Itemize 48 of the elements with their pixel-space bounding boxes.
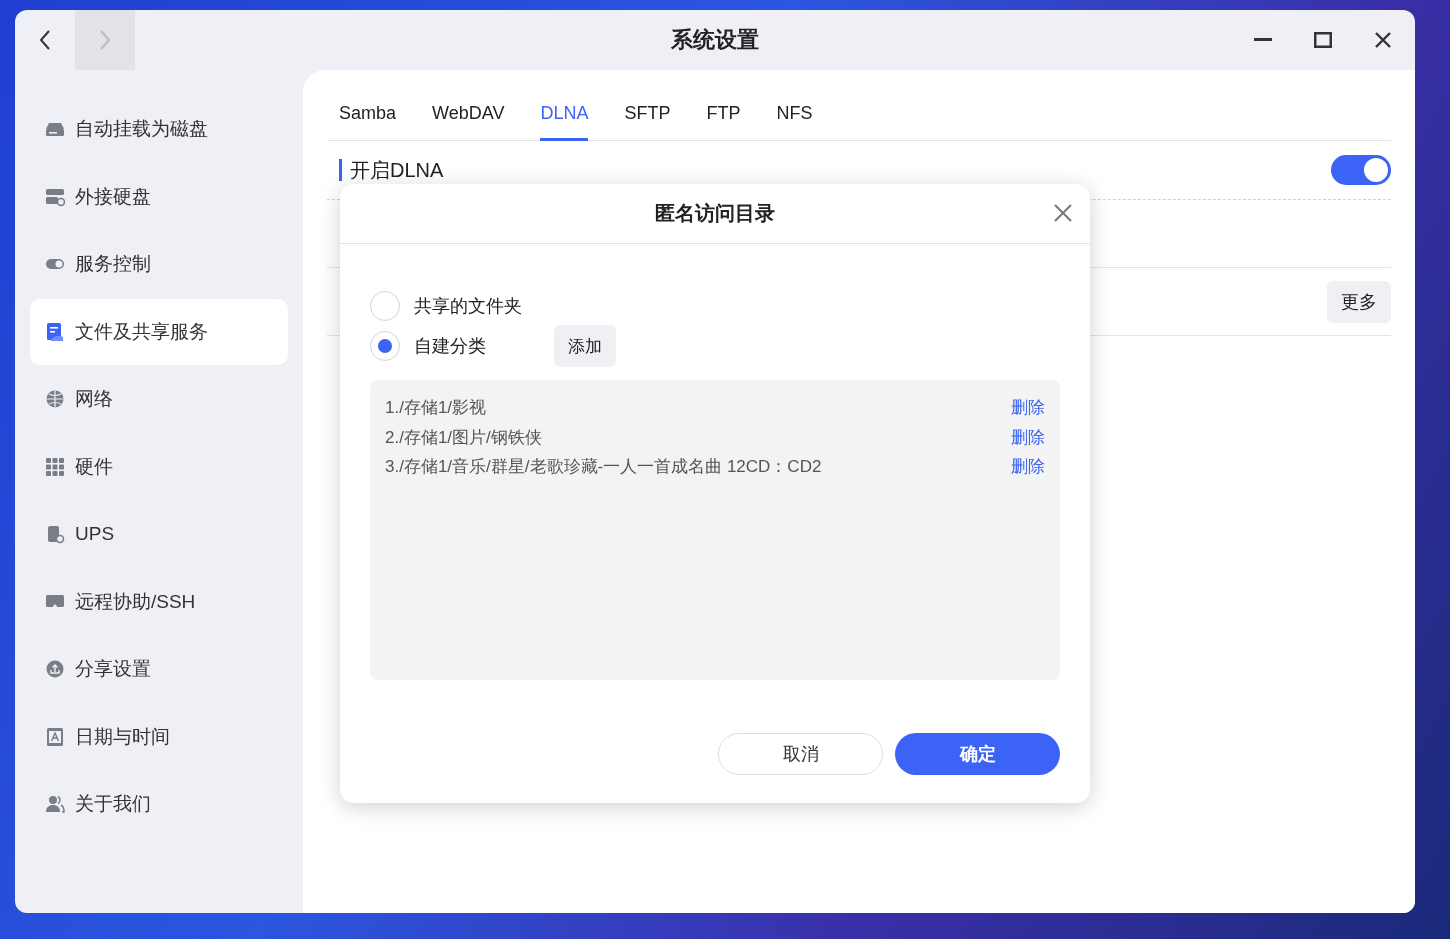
delete-link[interactable]: 删除 (1011, 455, 1045, 479)
delete-link[interactable]: 删除 (1011, 396, 1045, 420)
radio-button[interactable] (370, 291, 400, 321)
toggle-switch[interactable] (1331, 155, 1391, 185)
sidebar-item[interactable]: 外接硬盘 (30, 163, 288, 230)
tab[interactable]: SFTP (624, 103, 671, 141)
close-button[interactable] (1052, 202, 1074, 224)
add-button[interactable]: 添加 (554, 325, 616, 367)
close-icon (1374, 31, 1392, 49)
upload-icon (45, 659, 65, 679)
delete-link[interactable]: 删除 (1011, 425, 1045, 449)
document-icon (45, 321, 65, 342)
window-title: 系统设置 (671, 27, 759, 52)
option-label: 共享的文件夹 (414, 295, 522, 318)
grid-icon (45, 456, 65, 477)
sidebar-item[interactable]: UPS (30, 501, 288, 567)
maximize-icon (1314, 32, 1332, 48)
tab[interactable]: DLNA (540, 103, 589, 141)
directory-path: 3./存储1/音乐/群星/老歌珍藏-一人一首成名曲 12CD：CD2 (385, 456, 822, 478)
dialog-title: 匿名访问目录 (655, 201, 775, 226)
sidebar-item[interactable]: 硬件 (30, 433, 288, 500)
radio-button[interactable] (370, 331, 400, 361)
people-icon (45, 794, 65, 814)
sidebar-item[interactable]: 分享设置 (30, 636, 288, 702)
sidebar-item[interactable]: 日期与时间 (30, 703, 288, 770)
directory-path: 2./存储1/图片/钢铁侠 (385, 426, 542, 449)
tab[interactable]: FTP (706, 103, 741, 141)
option-label: 自建分类 (414, 335, 486, 358)
back-icon (38, 29, 52, 51)
minimize-icon (1254, 38, 1272, 42)
server-icon (45, 186, 65, 207)
globe-icon (45, 389, 65, 409)
confirm-button[interactable]: 确定 (895, 733, 1060, 775)
setting-label: 开启DLNA (339, 159, 444, 181)
close-icon (1052, 202, 1074, 224)
sidebar-item[interactable]: 远程协助/SSH (30, 568, 288, 635)
more-button[interactable]: 更多 (1327, 280, 1391, 323)
sidebar-item[interactable]: 自动挂载为磁盘 (30, 96, 288, 162)
tab[interactable]: WebDAV (432, 103, 505, 141)
forward-icon (98, 29, 112, 51)
sidebar-item[interactable]: 服务控制 (30, 231, 288, 297)
cancel-button[interactable]: 取消 (718, 733, 883, 775)
sidebar-item[interactable]: 网络 (30, 366, 288, 432)
sidebar-item[interactable]: 关于我们 (30, 771, 288, 837)
tab[interactable]: Samba (339, 103, 397, 141)
directory-path: 1./存储1/影视 (385, 397, 487, 419)
tab[interactable]: NFS (776, 103, 813, 141)
sidebar-item[interactable]: 文件及共享服务 (30, 298, 288, 365)
